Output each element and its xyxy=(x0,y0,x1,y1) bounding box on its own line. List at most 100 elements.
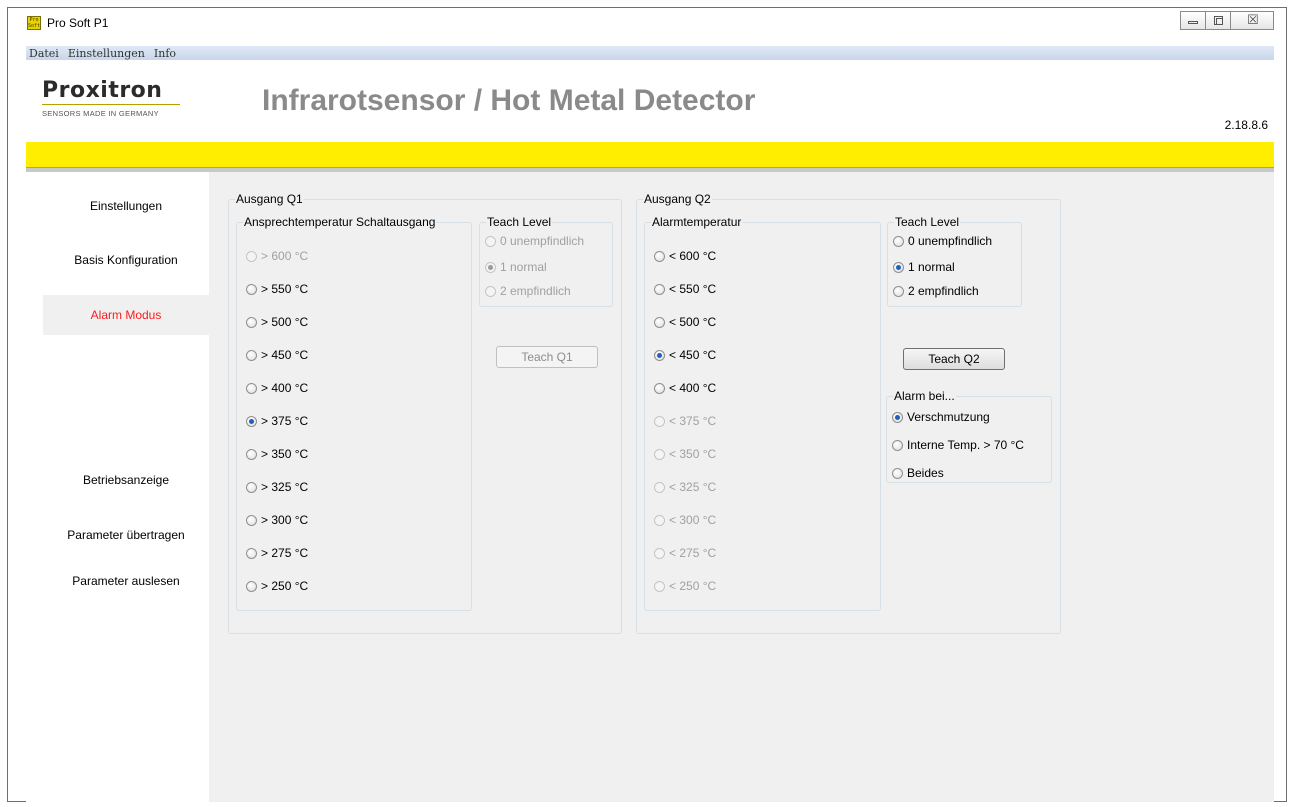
q2-alarm-option: < 300 °C xyxy=(654,513,716,527)
ausgang-q1-legend: Ausgang Q1 xyxy=(236,192,303,206)
q1-threshold-option[interactable]: > 300 °C xyxy=(246,513,308,527)
radio-label: 1 normal xyxy=(500,260,547,274)
minimize-button[interactable] xyxy=(1180,11,1206,30)
q2-alarm-bei-group: Alarm bei... Verschmutzung Interne Temp.… xyxy=(886,389,1052,483)
logo-underline xyxy=(42,104,180,105)
q2-alarm-option[interactable]: < 500 °C xyxy=(654,315,716,329)
teach-q1-button: Teach Q1 xyxy=(496,346,598,368)
q1-threshold-option[interactable]: > 275 °C xyxy=(246,546,308,560)
radio-label: > 275 °C xyxy=(261,546,309,560)
radio-label: < 350 °C xyxy=(669,447,717,461)
q2-teach-option[interactable]: 0 unempfindlich xyxy=(893,234,992,248)
ausgang-q2-group: Ausgang Q2 Alarmtemperatur < 600 °C < 55… xyxy=(636,192,1061,634)
sidebar-item-alarm-modus[interactable]: Alarm Modus xyxy=(43,295,209,335)
yellow-banner xyxy=(26,142,1274,167)
radio-label: 0 unempfindlich xyxy=(500,234,585,248)
radio-label: > 500 °C xyxy=(261,315,309,329)
q2-alarm-option[interactable]: < 400 °C xyxy=(654,381,716,395)
q1-threshold-option[interactable]: > 375 °C xyxy=(246,414,308,428)
q2-alarm-bei-option[interactable]: Beides xyxy=(892,466,944,480)
q1-teach-option: 2 empfindlich xyxy=(485,284,571,298)
radio-icon xyxy=(654,481,665,493)
q1-threshold-option[interactable]: > 325 °C xyxy=(246,480,308,494)
radio-icon xyxy=(485,285,496,297)
radio-label: > 350 °C xyxy=(261,447,309,461)
q2-teach-level-legend: Teach Level xyxy=(895,215,960,229)
sidebar-item-betriebsanzeige[interactable]: Betriebsanzeige xyxy=(43,460,209,500)
radio-label: Interne Temp. > 70 °C xyxy=(907,438,1024,452)
radio-label: 2 empfindlich xyxy=(908,284,979,298)
radio-label: > 250 °C xyxy=(261,579,309,593)
radio-label: < 375 °C xyxy=(669,414,717,428)
q1-threshold-option[interactable]: > 400 °C xyxy=(246,381,308,395)
radio-selected-icon xyxy=(485,261,496,273)
radio-icon xyxy=(246,382,257,394)
sidebar-item-parameter-uebertragen[interactable]: Parameter übertragen xyxy=(43,515,209,555)
q1-threshold-group: Ansprechtemperatur Schaltausgang > 600 °… xyxy=(236,215,472,611)
radio-icon xyxy=(654,415,665,427)
radio-icon xyxy=(654,514,665,526)
radio-icon xyxy=(246,481,257,493)
radio-label: < 325 °C xyxy=(669,480,717,494)
maximize-icon xyxy=(1214,16,1223,25)
sidebar-item-basis-konfiguration[interactable]: Basis Konfiguration xyxy=(43,240,209,280)
radio-label: Verschmutzung xyxy=(907,410,990,424)
teach-q2-button[interactable]: Teach Q2 xyxy=(903,348,1005,370)
radio-icon xyxy=(892,439,903,451)
menu-info[interactable]: Info xyxy=(154,47,176,60)
q2-alarm-option[interactable]: < 450 °C xyxy=(654,348,716,362)
radio-icon xyxy=(893,235,904,247)
q2-alarm-option[interactable]: < 600 °C xyxy=(654,249,716,263)
radio-label: 0 unempfindlich xyxy=(908,234,993,248)
q2-alarm-bei-option[interactable]: Interne Temp. > 70 °C xyxy=(892,438,1024,452)
window-controls: ☒ xyxy=(1180,11,1274,30)
radio-label: < 275 °C xyxy=(669,546,717,560)
radio-label: 2 empfindlich xyxy=(500,284,571,298)
version-label: 2.18.8.6 xyxy=(1224,118,1268,132)
radio-icon xyxy=(893,285,904,297)
radio-icon xyxy=(246,448,257,460)
radio-icon xyxy=(246,250,257,262)
q1-teach-option: 1 normal xyxy=(485,260,547,274)
app-window: Pro Soft Pro Soft P1 ☒ Datei Einstellung… xyxy=(7,7,1287,802)
ausgang-q2-legend: Ausgang Q2 xyxy=(644,192,711,206)
q1-threshold-option[interactable]: > 500 °C xyxy=(246,315,308,329)
title-bar[interactable]: Pro Soft Pro Soft P1 ☒ xyxy=(8,8,1286,46)
menu-bar: Datei Einstellungen Info xyxy=(26,46,1274,61)
q2-alarm-option: < 350 °C xyxy=(654,447,716,461)
radio-icon xyxy=(654,547,665,559)
window-title: Pro Soft P1 xyxy=(47,16,109,30)
q2-alarm-option: < 275 °C xyxy=(654,546,716,560)
sidebar-item-einstellungen[interactable]: Einstellungen xyxy=(43,186,209,226)
radio-label: > 375 °C xyxy=(261,414,309,428)
menu-datei[interactable]: Datei xyxy=(29,47,59,60)
q2-alarm-bei-legend: Alarm bei... xyxy=(894,389,955,403)
radio-icon xyxy=(892,467,903,479)
q2-teach-option[interactable]: 2 empfindlich xyxy=(893,284,979,298)
menu-einstellungen[interactable]: Einstellungen xyxy=(68,47,145,60)
radio-selected-icon xyxy=(893,261,904,273)
radio-label: < 450 °C xyxy=(669,348,717,362)
q1-teach-level-group: Teach Level 0 unempfindlich 1 normal 2 e… xyxy=(479,215,613,307)
sidebar-item-parameter-auslesen[interactable]: Parameter auslesen xyxy=(43,561,209,601)
radio-label: < 500 °C xyxy=(669,315,717,329)
q2-alarm-temp-group: Alarmtemperatur < 600 °C < 550 °C < 500 … xyxy=(644,215,881,611)
logo-word: Proxitron xyxy=(42,78,163,103)
q1-threshold-option[interactable]: > 250 °C xyxy=(246,579,308,593)
proxitron-logo: Proxitron SENSORS MADE IN GERMANY xyxy=(42,78,182,118)
radio-label: 1 normal xyxy=(908,260,955,274)
radio-selected-icon xyxy=(246,415,257,427)
q1-teach-option: 0 unempfindlich xyxy=(485,234,584,248)
q2-teach-option[interactable]: 1 normal xyxy=(893,260,955,274)
close-button[interactable]: ☒ xyxy=(1230,11,1274,30)
maximize-button[interactable] xyxy=(1205,11,1231,30)
sidebar: Einstellungen Basis Konfiguration Alarm … xyxy=(26,172,209,802)
q2-alarm-bei-option[interactable]: Verschmutzung xyxy=(892,410,990,424)
q1-threshold-option[interactable]: > 450 °C xyxy=(246,348,308,362)
q1-threshold-option[interactable]: > 350 °C xyxy=(246,447,308,461)
q1-threshold-option[interactable]: > 550 °C xyxy=(246,282,308,296)
q2-alarm-temp-legend: Alarmtemperatur xyxy=(652,215,742,229)
q2-alarm-option[interactable]: < 550 °C xyxy=(654,282,716,296)
radio-label: > 550 °C xyxy=(261,282,309,296)
close-icon: ☒ xyxy=(1247,13,1259,28)
